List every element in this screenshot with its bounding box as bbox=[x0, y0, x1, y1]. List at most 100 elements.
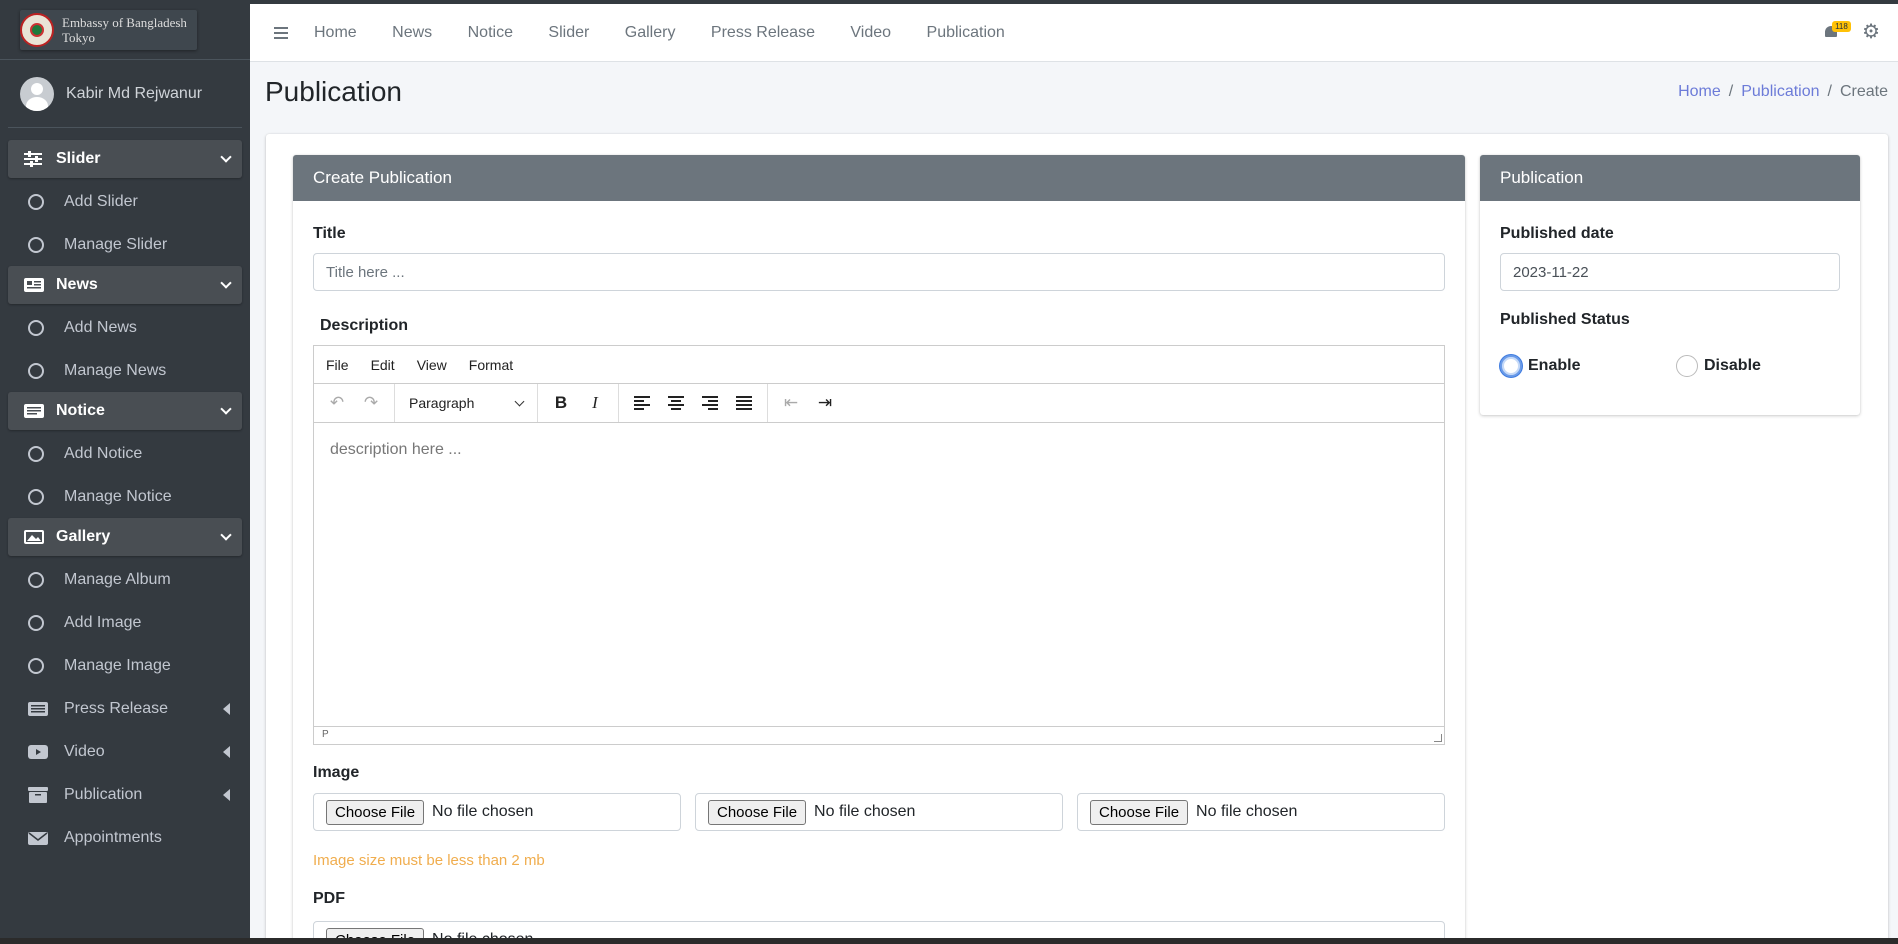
sidebar-item-slider[interactable]: Slider bbox=[8, 140, 242, 178]
editor-menu-view[interactable]: View bbox=[417, 357, 447, 373]
radio-disable[interactable]: Disable bbox=[1676, 355, 1761, 377]
brand-line1: Embassy of Bangladesh bbox=[62, 14, 187, 30]
resize-handle-icon[interactable] bbox=[1434, 734, 1442, 742]
file-status: No file chosen bbox=[432, 931, 533, 938]
sidebar-item-manage-slider[interactable]: Manage Slider bbox=[8, 223, 242, 266]
choose-file-button[interactable]: Choose File bbox=[1090, 799, 1189, 825]
user-panel[interactable]: Kabir Md Rejwanur bbox=[8, 60, 242, 128]
chevron-down-icon bbox=[514, 396, 525, 406]
chevron-down-icon bbox=[220, 529, 232, 541]
taskbar-strip bbox=[0, 938, 1898, 944]
bold-icon[interactable]: B bbox=[544, 388, 578, 418]
sidebar-item-add-image[interactable]: Add Image bbox=[8, 601, 242, 644]
sidebar-item-notice[interactable]: Notice bbox=[8, 392, 242, 430]
title-input[interactable]: Title here ... bbox=[313, 253, 1445, 291]
radio-enable[interactable]: Enable bbox=[1500, 355, 1580, 377]
italic-icon[interactable]: I bbox=[578, 388, 612, 418]
sidebar-item-manage-image[interactable]: Manage Image bbox=[8, 644, 242, 687]
sidebar-item-manage-album[interactable]: Manage Album bbox=[8, 558, 242, 601]
sidebar-item-add-notice[interactable]: Add Notice bbox=[8, 432, 242, 475]
notifications-bell-icon[interactable]: 118 bbox=[1822, 21, 1851, 41]
align-center-icon[interactable] bbox=[659, 388, 693, 418]
editor-menu-edit[interactable]: Edit bbox=[371, 357, 395, 373]
brand-link[interactable]: Embassy of Bangladesh Tokyo bbox=[0, 0, 250, 60]
topnav-news[interactable]: News bbox=[392, 24, 432, 41]
choose-file-button[interactable]: Choose File bbox=[326, 927, 425, 938]
radio-button-selected[interactable] bbox=[1500, 355, 1522, 377]
top-nav: Home News Notice Slider Gallery Press Re… bbox=[314, 24, 1036, 42]
breadcrumb-home[interactable]: Home bbox=[1678, 83, 1721, 100]
embassy-logo-icon bbox=[20, 12, 54, 47]
user-name: Kabir Md Rejwanur bbox=[66, 84, 203, 102]
topnav-press-release[interactable]: Press Release bbox=[711, 24, 815, 41]
editor-content-area[interactable]: description here ... bbox=[314, 423, 1444, 726]
sidebar-item-label: Add Image bbox=[64, 613, 142, 631]
file-status: No file chosen bbox=[432, 803, 534, 820]
choose-file-button[interactable]: Choose File bbox=[708, 799, 807, 825]
chevron-left-icon bbox=[223, 745, 230, 758]
sidebar-item-gallery[interactable]: Gallery bbox=[8, 518, 242, 556]
sidebar-item-manage-notice[interactable]: Manage Notice bbox=[8, 475, 242, 518]
outdent-icon[interactable]: ⇤ bbox=[774, 388, 808, 418]
topnav-video[interactable]: Video bbox=[850, 24, 891, 41]
align-right-icon[interactable] bbox=[693, 388, 727, 418]
sidebar-item-add-slider[interactable]: Add Slider bbox=[8, 180, 242, 223]
pdf-file-input[interactable]: Choose File No file chosen bbox=[313, 921, 1445, 938]
align-justify-icon[interactable] bbox=[727, 388, 761, 418]
circle-icon bbox=[28, 236, 44, 253]
sidebar-item-news[interactable]: News bbox=[8, 266, 242, 304]
sidebar-item-label: Publication bbox=[64, 785, 143, 803]
published-date-input[interactable]: 2023-11-22 bbox=[1500, 253, 1840, 291]
sidebar-item-publication[interactable]: Publication bbox=[8, 773, 242, 816]
page-title: Publication bbox=[265, 76, 402, 107]
sidebar-item-appointments[interactable]: Appointments bbox=[8, 816, 242, 859]
sidebar-item-video[interactable]: Video bbox=[8, 730, 242, 773]
undo-icon[interactable]: ↶ bbox=[320, 388, 354, 418]
editor-menu-file[interactable]: File bbox=[326, 357, 349, 373]
notice-icon bbox=[24, 403, 44, 419]
sidebar-item-label: Appointments bbox=[64, 828, 162, 846]
redo-icon[interactable]: ↷ bbox=[354, 388, 388, 418]
align-left-icon[interactable] bbox=[625, 388, 659, 418]
sidebar: Embassy of Bangladesh Tokyo Kabir Md Rej… bbox=[0, 0, 250, 938]
image-file-input-3[interactable]: Choose File No file chosen bbox=[1077, 793, 1445, 831]
image-file-input-2[interactable]: Choose File No file chosen bbox=[695, 793, 1063, 831]
file-status: No file chosen bbox=[814, 803, 916, 820]
radio-enable-label: Enable bbox=[1528, 357, 1581, 374]
sliders-icon bbox=[24, 151, 44, 167]
sidebar-item-label: Add Notice bbox=[64, 444, 143, 462]
editor-menu-format[interactable]: Format bbox=[469, 357, 513, 373]
chevron-down-icon bbox=[220, 403, 232, 415]
radio-disable-label: Disable bbox=[1704, 357, 1761, 374]
topnav-notice[interactable]: Notice bbox=[468, 24, 513, 41]
block-format-value: Paragraph bbox=[409, 395, 475, 411]
newspaper-icon bbox=[24, 277, 44, 293]
sidebar-item-manage-news[interactable]: Manage News bbox=[8, 349, 242, 392]
element-path: P bbox=[322, 729, 329, 740]
chevron-down-icon bbox=[220, 151, 232, 163]
menu-toggle-icon[interactable] bbox=[274, 24, 288, 42]
radio-button[interactable] bbox=[1676, 355, 1698, 377]
image-file-input-1[interactable]: Choose File No file chosen bbox=[313, 793, 681, 831]
newspaper-icon bbox=[28, 701, 48, 717]
sidebar-item-label: Press Release bbox=[64, 699, 169, 717]
avatar bbox=[20, 76, 54, 111]
indent-icon[interactable]: ⇥ bbox=[808, 388, 842, 418]
sidebar-item-press-release[interactable]: Press Release bbox=[8, 687, 242, 730]
sidebar-item-label: News bbox=[56, 276, 98, 293]
sidebar-item-label: Gallery bbox=[56, 528, 111, 545]
choose-file-button[interactable]: Choose File bbox=[326, 799, 425, 825]
topnav-home[interactable]: Home bbox=[314, 24, 357, 41]
video-icon bbox=[28, 744, 48, 760]
topnav-slider[interactable]: Slider bbox=[548, 24, 589, 41]
topnav-publication[interactable]: Publication bbox=[927, 24, 1005, 41]
circle-icon bbox=[28, 445, 44, 462]
breadcrumb-publication[interactable]: Publication bbox=[1741, 83, 1819, 100]
sidebar-nav: Slider Add Slider Manage Slider News Add… bbox=[0, 128, 250, 859]
card-header: Create Publication bbox=[293, 155, 1465, 201]
block-format-select[interactable]: Paragraph bbox=[401, 395, 531, 411]
circle-icon bbox=[28, 193, 44, 210]
topnav-gallery[interactable]: Gallery bbox=[625, 24, 676, 41]
gears-icon[interactable]: ⚙ bbox=[1862, 22, 1880, 42]
sidebar-item-add-news[interactable]: Add News bbox=[8, 306, 242, 349]
